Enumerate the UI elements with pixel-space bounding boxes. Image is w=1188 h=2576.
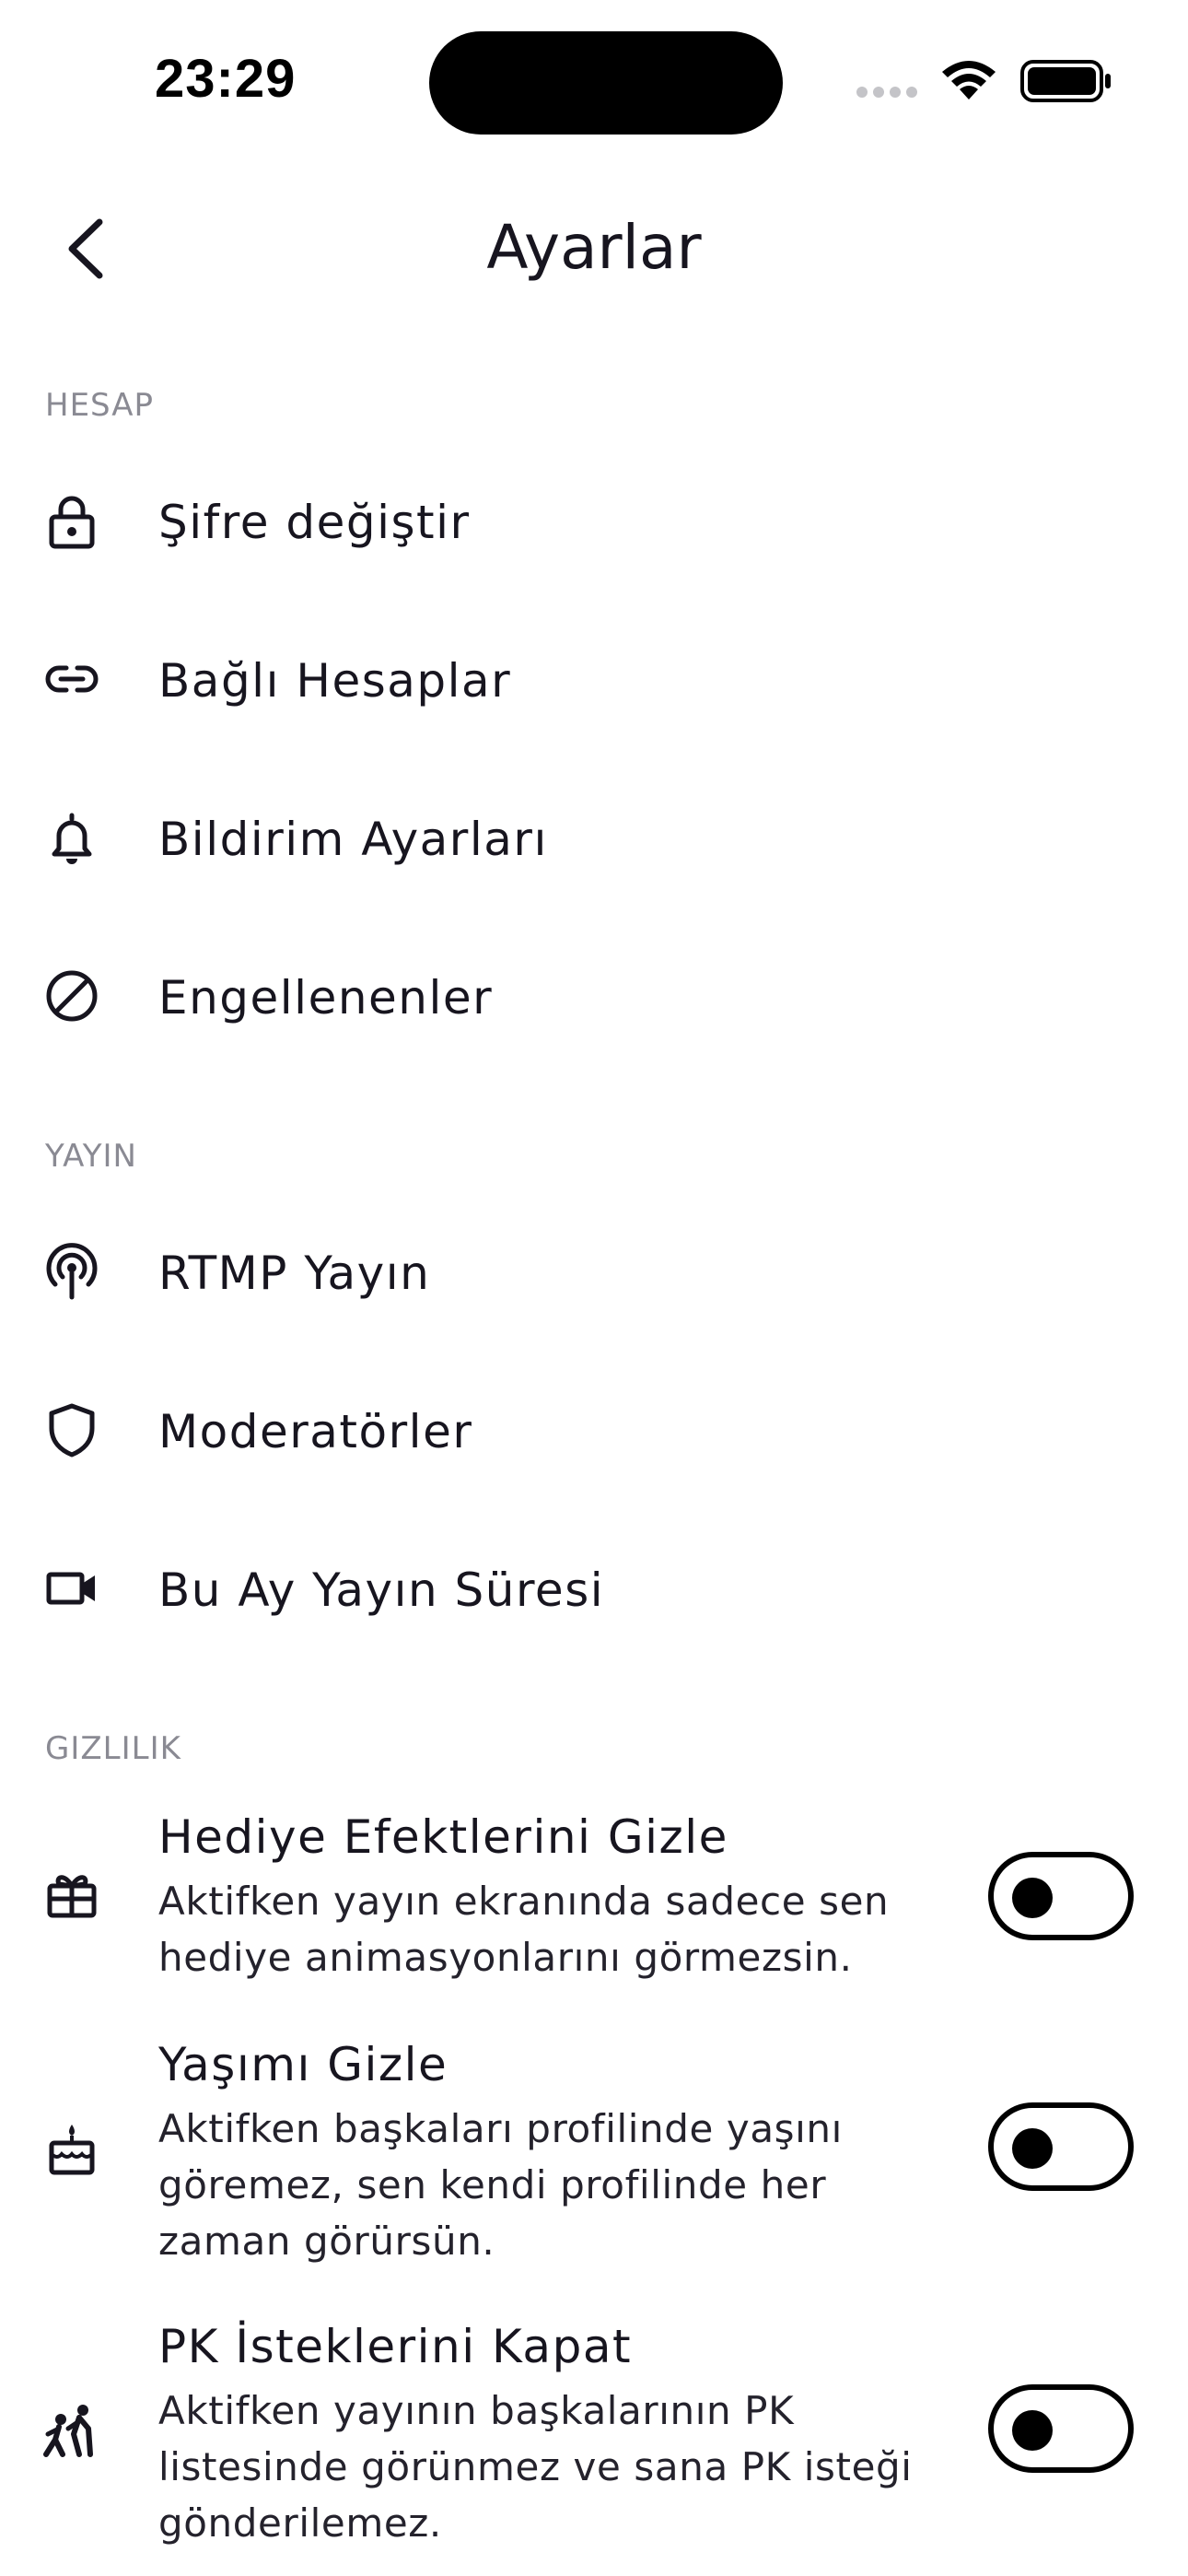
settings-screen: 23:29 Ayarlar HESAP Şifre değiştir Bağlı… xyxy=(0,0,1188,2576)
privacy-item-disable-pk-requests: PK İsteklerini Kapat Aktifken yayının ba… xyxy=(0,2320,1188,2559)
cellular-signal-icon xyxy=(856,87,917,98)
header: Ayarlar xyxy=(0,184,1188,313)
privacy-item-description: Aktifken yayın ekranında sadece sen hedi… xyxy=(158,1879,890,1980)
birthday-cake-icon xyxy=(49,2125,95,2175)
lock-icon xyxy=(49,496,95,549)
video-camera-icon xyxy=(46,1572,95,1605)
block-icon xyxy=(46,970,98,1022)
settings-item-label: Şifre değiştir xyxy=(158,496,471,549)
battery-icon xyxy=(1020,60,1111,102)
wifi-icon xyxy=(942,61,996,100)
section-header-account: HESAP xyxy=(45,387,155,424)
privacy-item-title: PK İsteklerini Kapat xyxy=(158,2320,633,2373)
status-icons xyxy=(856,55,1114,111)
section-header-privacy: GIZLILIK xyxy=(45,1730,181,1767)
settings-item-label: RTMP Yayın xyxy=(158,1247,431,1300)
status-time: 23:29 xyxy=(155,49,297,109)
settings-item-linked-accounts[interactable]: Bağlı Hesaplar xyxy=(0,610,1188,748)
toggle-knob xyxy=(1012,1878,1053,1918)
privacy-item-title: Yaşımı Gizle xyxy=(158,2038,448,2091)
disable-pk-requests-toggle[interactable] xyxy=(988,2384,1134,2473)
settings-item-label: Bu Ay Yayın Süresi xyxy=(158,1563,605,1617)
settings-item-blocked-users[interactable]: Engellenenler xyxy=(0,927,1188,1065)
settings-item-label: Moderatörler xyxy=(158,1405,473,1458)
settings-item-label: Engellenenler xyxy=(158,971,494,1025)
privacy-item-hide-gift-effects: Hediye Efektlerini Gizle Aktifken yayın … xyxy=(0,1810,1188,1995)
privacy-item-title: Hediye Efektlerini Gizle xyxy=(158,1810,728,1864)
section-header-broadcast: YAYIN xyxy=(45,1138,137,1175)
privacy-item-hide-age: Yaşımı Gizle Aktifken başkaları profilin… xyxy=(0,2038,1188,2277)
hide-age-toggle[interactable] xyxy=(988,2102,1134,2191)
privacy-item-description: Aktifken yayının başkalarının PK listesi… xyxy=(158,2388,913,2546)
shield-icon xyxy=(49,1403,95,1458)
privacy-item-description: Aktifken başkaları profilinde yaşını gör… xyxy=(158,2106,843,2264)
broadcast-antenna-icon xyxy=(46,1243,98,1300)
dynamic-island xyxy=(429,31,783,135)
settings-item-notification-settings[interactable]: Bildirim Ayarları xyxy=(0,768,1188,907)
bell-icon xyxy=(52,813,92,864)
settings-item-label: Bağlı Hesaplar xyxy=(158,654,512,708)
settings-item-monthly-broadcast-time[interactable]: Bu Ay Yayın Süresi xyxy=(0,1519,1188,1657)
settings-item-change-password[interactable]: Şifre değiştir xyxy=(0,451,1188,590)
status-bar: 23:29 xyxy=(0,0,1188,147)
toggle-knob xyxy=(1012,2128,1053,2169)
page-title: Ayarlar xyxy=(486,212,702,283)
gift-icon xyxy=(47,1875,97,1918)
sports-kabaddi-icon xyxy=(43,2405,93,2457)
settings-item-label: Bildirim Ayarları xyxy=(158,813,548,866)
settings-item-moderators[interactable]: Moderatörler xyxy=(0,1361,1188,1499)
toggle-knob xyxy=(1012,2410,1053,2451)
hide-gift-effects-toggle[interactable] xyxy=(988,1852,1134,1940)
settings-item-rtmp-broadcast[interactable]: RTMP Yayın xyxy=(0,1202,1188,1341)
link-icon xyxy=(45,665,99,693)
